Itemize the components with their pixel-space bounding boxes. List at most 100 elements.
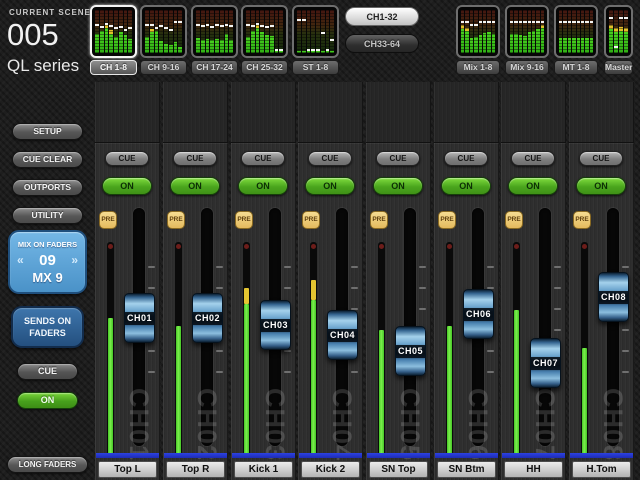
mini-meter-bar bbox=[474, 10, 477, 53]
channel-name[interactable]: Kick 1 bbox=[234, 461, 293, 478]
strip-on-button[interactable]: ON bbox=[170, 177, 220, 195]
strip-cue-button[interactable]: CUE bbox=[444, 151, 488, 166]
strip-cue-button[interactable]: CUE bbox=[105, 151, 149, 166]
strip-cue-button[interactable]: CUE bbox=[376, 151, 420, 166]
strip-cue-button[interactable]: CUE bbox=[579, 151, 623, 166]
meter-block-ch-1-8[interactable]: CH 1-8 bbox=[90, 5, 137, 75]
meter-tab-mt-1-8[interactable]: MT 1-8 bbox=[554, 60, 598, 75]
strip-top-panel[interactable] bbox=[434, 82, 499, 143]
mini-meter-bar bbox=[614, 10, 618, 53]
channel-color-bar bbox=[367, 453, 430, 458]
clip-indicator bbox=[447, 244, 452, 249]
meter-tab-ch-25-32[interactable]: CH 25-32 bbox=[241, 60, 288, 75]
mix-on-faders-title: MIX ON FADERS bbox=[10, 240, 85, 249]
pre-badge[interactable]: PRE bbox=[302, 211, 320, 229]
sidebar-on-button[interactable]: ON bbox=[17, 392, 78, 409]
fader-knob[interactable]: CH08 bbox=[598, 272, 629, 322]
mix-prev-icon[interactable]: « bbox=[17, 253, 24, 267]
meter-block-mix-1-8[interactable]: Mix 1-8 bbox=[456, 5, 500, 75]
fader-knob[interactable]: CH03 bbox=[260, 300, 291, 350]
fader-knob-label: CH04 bbox=[328, 329, 357, 342]
meter-tab-ch-17-24[interactable]: CH 17-24 bbox=[191, 60, 238, 75]
long-faders-button[interactable]: LONG FADERS bbox=[7, 456, 88, 473]
strip-cue-button[interactable]: CUE bbox=[241, 151, 285, 166]
pre-badge[interactable]: PRE bbox=[370, 211, 388, 229]
mini-meter-bar bbox=[470, 10, 473, 53]
channel-name[interactable]: H.Tom bbox=[572, 461, 631, 478]
pre-badge[interactable]: PRE bbox=[573, 211, 591, 229]
strip-top-panel[interactable] bbox=[569, 82, 634, 143]
channel-name[interactable]: Top L bbox=[98, 461, 157, 478]
pre-badge[interactable]: PRE bbox=[167, 211, 185, 229]
meter-block-mt-1-8[interactable]: MT 1-8 bbox=[554, 5, 598, 75]
meter-tab-ch-9-16[interactable]: CH 9-16 bbox=[140, 60, 187, 75]
sends-on-faders-button[interactable]: SENDS ON FADERS bbox=[11, 306, 84, 348]
fader-scale-tick bbox=[622, 371, 629, 373]
mini-meter-bar bbox=[572, 10, 575, 53]
pre-badge[interactable]: PRE bbox=[99, 211, 117, 229]
pre-badge[interactable]: PRE bbox=[235, 211, 253, 229]
strip-on-button[interactable]: ON bbox=[305, 177, 355, 195]
utility-button[interactable]: UTILITY bbox=[12, 207, 83, 224]
strip-on-button[interactable]: ON bbox=[508, 177, 558, 195]
mini-meter-bar bbox=[251, 10, 255, 53]
strip-top-panel[interactable] bbox=[95, 82, 160, 143]
fader-knob[interactable]: CH02 bbox=[192, 293, 223, 343]
meter-tab-ch-1-8[interactable]: CH 1-8 bbox=[90, 60, 137, 75]
strip-on-button[interactable]: ON bbox=[576, 177, 626, 195]
strip-top-panel[interactable] bbox=[366, 82, 431, 143]
channel-name[interactable]: Kick 2 bbox=[301, 461, 360, 478]
channel-name[interactable]: SN Btm bbox=[437, 461, 496, 478]
meter-tab-mix-9-16[interactable]: Mix 9-16 bbox=[505, 60, 549, 75]
strip-top-panel[interactable] bbox=[298, 82, 363, 143]
pre-badge[interactable]: PRE bbox=[438, 211, 456, 229]
mini-meter-bar bbox=[100, 10, 104, 53]
fader-knob[interactable]: CH07 bbox=[530, 338, 561, 388]
fader-knob[interactable]: CH01 bbox=[124, 293, 155, 343]
meter-block-ch-9-16[interactable]: CH 9-16 bbox=[140, 5, 187, 75]
fader-position-dash bbox=[326, 49, 330, 51]
strip-cue-button[interactable]: CUE bbox=[308, 151, 352, 166]
strip-top-panel[interactable] bbox=[163, 82, 228, 143]
meter-block-ch-17-24[interactable]: CH 17-24 bbox=[191, 5, 238, 75]
meter-tab-master[interactable]: Master bbox=[604, 60, 633, 75]
fader-position-dash bbox=[178, 21, 182, 23]
fader-knob[interactable]: CH04 bbox=[327, 310, 358, 360]
mini-meter-bar bbox=[201, 10, 205, 53]
setup-button[interactable]: SETUP bbox=[12, 123, 83, 140]
mini-meter-bar bbox=[559, 10, 562, 53]
cue-clear-button[interactable]: CUE CLEAR bbox=[12, 151, 83, 168]
outports-button[interactable]: OUTPORTS bbox=[12, 179, 83, 196]
fader-knob[interactable]: CH05 bbox=[395, 326, 426, 376]
bank-button-ch1-32[interactable]: CH1-32 bbox=[345, 7, 419, 26]
meter-tab-mix-1-8[interactable]: Mix 1-8 bbox=[456, 60, 500, 75]
current-scene-number[interactable]: 005 bbox=[7, 17, 59, 53]
strip-top-panel[interactable] bbox=[501, 82, 566, 143]
meter-block-master[interactable]: Master bbox=[604, 5, 633, 75]
mini-meter-bar bbox=[619, 10, 623, 53]
current-scene-label: CURRENT SCENE bbox=[9, 8, 91, 17]
strip-on-button[interactable]: ON bbox=[102, 177, 152, 195]
channel-name[interactable]: Top R bbox=[166, 461, 225, 478]
mix-on-faders-panel[interactable]: MIX ON FADERS « 09 » MX 9 bbox=[8, 230, 87, 294]
sidebar-cue-button[interactable]: CUE bbox=[17, 363, 78, 380]
strip-cue-button[interactable]: CUE bbox=[173, 151, 217, 166]
channel-name[interactable]: SN Top bbox=[369, 461, 428, 478]
strip-on-button[interactable]: ON bbox=[373, 177, 423, 195]
strip-top-panel[interactable] bbox=[231, 82, 296, 143]
meter-block-st-1-8[interactable]: ST 1-8 bbox=[292, 5, 339, 75]
meter-block-ch-25-32[interactable]: CH 25-32 bbox=[241, 5, 288, 75]
bank-button-ch33-64[interactable]: CH33-64 bbox=[345, 34, 419, 53]
fader-position-dash bbox=[155, 27, 159, 29]
fader-knob[interactable]: CH06 bbox=[463, 289, 494, 339]
meter-block-meters bbox=[241, 5, 288, 58]
meter-tab-st-1-8[interactable]: ST 1-8 bbox=[292, 60, 339, 75]
pre-badge[interactable]: PRE bbox=[505, 211, 523, 229]
mix-next-icon[interactable]: » bbox=[71, 253, 78, 267]
mini-meter-bar bbox=[159, 10, 163, 53]
channel-name[interactable]: HH bbox=[504, 461, 563, 478]
meter-block-mix-9-16[interactable]: Mix 9-16 bbox=[505, 5, 549, 75]
strip-cue-button[interactable]: CUE bbox=[511, 151, 555, 166]
strip-on-button[interactable]: ON bbox=[238, 177, 288, 195]
strip-on-button[interactable]: ON bbox=[441, 177, 491, 195]
